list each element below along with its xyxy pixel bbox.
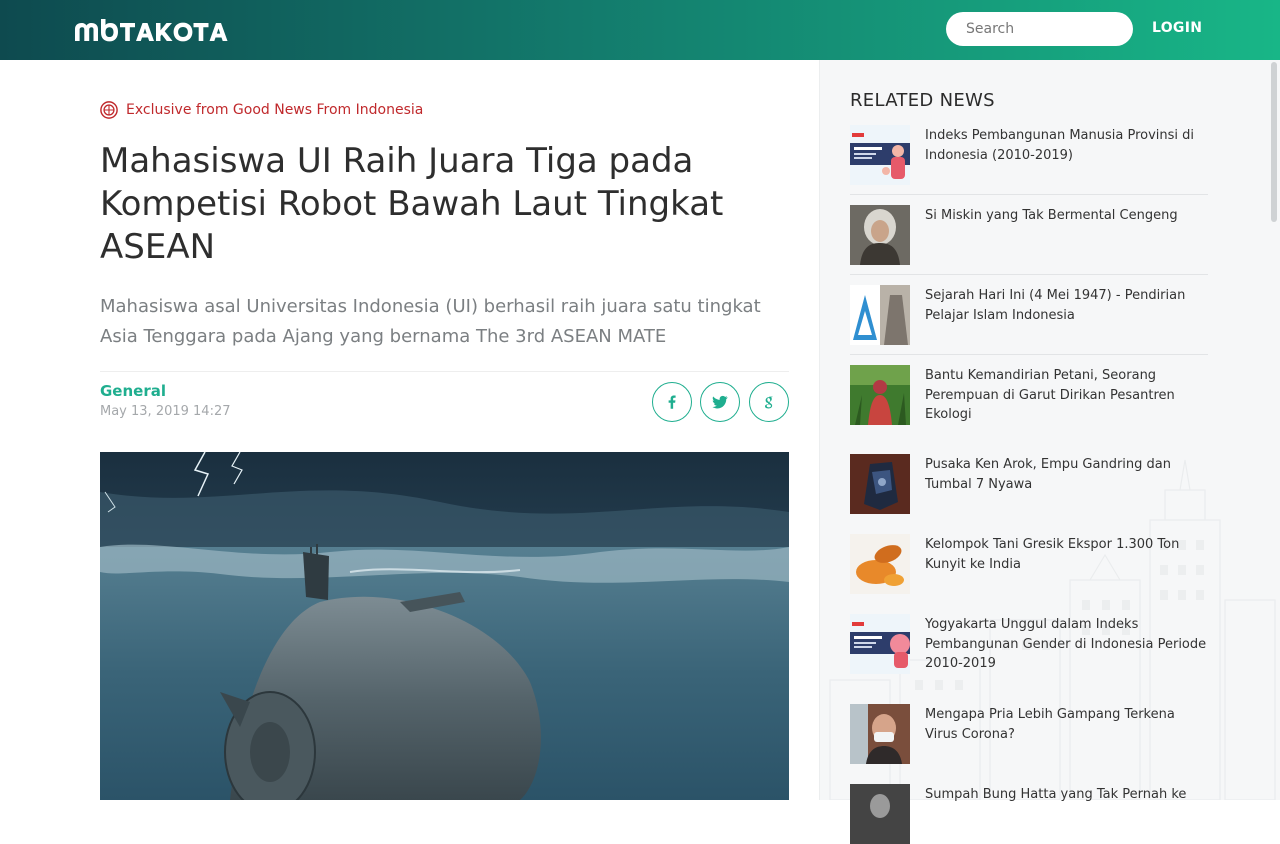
related-divider	[850, 274, 1208, 275]
article-subtitle: Mahasiswa asal Universitas Indonesia (UI…	[100, 296, 761, 347]
related-item[interactable]: Mengapa Pria Lebih Gampang Terkena Virus…	[850, 704, 1208, 764]
related-item-title: Yogyakarta Unggul dalam Indeks Pembangun…	[925, 617, 1207, 671]
page-scrollbar[interactable]	[1271, 62, 1277, 222]
related-thumbnail	[850, 454, 910, 514]
hero-image	[100, 452, 789, 800]
google-icon	[765, 396, 773, 409]
related-thumbnail	[850, 784, 910, 844]
gnfi-logo-icon	[100, 101, 118, 119]
related-thumbnail	[850, 285, 910, 345]
related-divider	[850, 194, 1208, 195]
related-item-title: Kelompok Tani Gresik Ekspor 1.300 Ton Ku…	[925, 537, 1180, 572]
login-button[interactable]: LOGIN	[1152, 20, 1202, 36]
publish-date: May 13, 2019 14:27	[100, 404, 231, 419]
exclusive-label: Exclusive from Good News From Indonesia	[126, 102, 424, 118]
related-item-title: Indeks Pembangunan Manusia Provinsi di I…	[925, 128, 1195, 163]
related-item-title: Sumpah Bung Hatta yang Tak Pernah ke	[925, 787, 1187, 802]
related-item[interactable]: Indeks Pembangunan Manusia Provinsi di I…	[850, 125, 1208, 185]
related-thumbnail	[850, 614, 910, 674]
related-thumbnail	[850, 365, 910, 425]
related-item-title: Mengapa Pria Lebih Gampang Terkena Virus…	[925, 707, 1175, 742]
related-thumbnail	[850, 205, 910, 265]
share-twitter-button[interactable]	[700, 382, 740, 422]
article-title: Mahasiswa UI Raih Juara Tiga pada Kompet…	[100, 141, 724, 267]
related-thumbnail	[850, 534, 910, 594]
submarine-illustration	[100, 452, 789, 800]
top-navbar: LOGIN	[0, 0, 1280, 60]
exclusive-badge[interactable]: Exclusive from Good News From Indonesia	[100, 100, 423, 120]
share-facebook-button[interactable]	[652, 382, 692, 422]
related-item[interactable]: Sumpah Bung Hatta yang Tak Pernah ke	[850, 784, 1208, 844]
related-item-title: Sejarah Hari Ini (4 Mei 1947) - Pendiria…	[925, 288, 1186, 323]
related-item[interactable]: Pusaka Ken Arok, Empu Gandring dan Tumba…	[850, 454, 1208, 514]
related-item-title: Bantu Kemandirian Petani, Seorang Peremp…	[925, 368, 1175, 422]
related-item-title: Si Miskin yang Tak Bermental Cengeng	[925, 208, 1178, 223]
related-thumbnail	[850, 704, 910, 764]
divider	[100, 371, 789, 372]
search-input[interactable]	[946, 12, 1133, 46]
related-item[interactable]: Yogyakarta Unggul dalam Indeks Pembangun…	[850, 614, 1208, 674]
related-item[interactable]: Si Miskin yang Tak Bermental Cengeng	[850, 205, 1208, 265]
related-news-heading: RELATED NEWS	[850, 90, 995, 111]
twitter-icon	[712, 395, 728, 409]
related-thumbnail	[850, 125, 910, 185]
related-item[interactable]: Kelompok Tani Gresik Ekspor 1.300 Ton Ku…	[850, 534, 1208, 594]
related-item[interactable]: Bantu Kemandirian Petani, Seorang Peremp…	[850, 365, 1208, 425]
facebook-icon	[668, 395, 676, 409]
related-item-title: Pusaka Ken Arok, Empu Gandring dan Tumba…	[925, 457, 1172, 492]
site-logo[interactable]	[75, 19, 231, 45]
category-link[interactable]: General	[100, 382, 166, 400]
share-google-button[interactable]	[749, 382, 789, 422]
related-item[interactable]: Sejarah Hari Ini (4 Mei 1947) - Pendiria…	[850, 285, 1208, 345]
related-divider	[850, 354, 1208, 355]
